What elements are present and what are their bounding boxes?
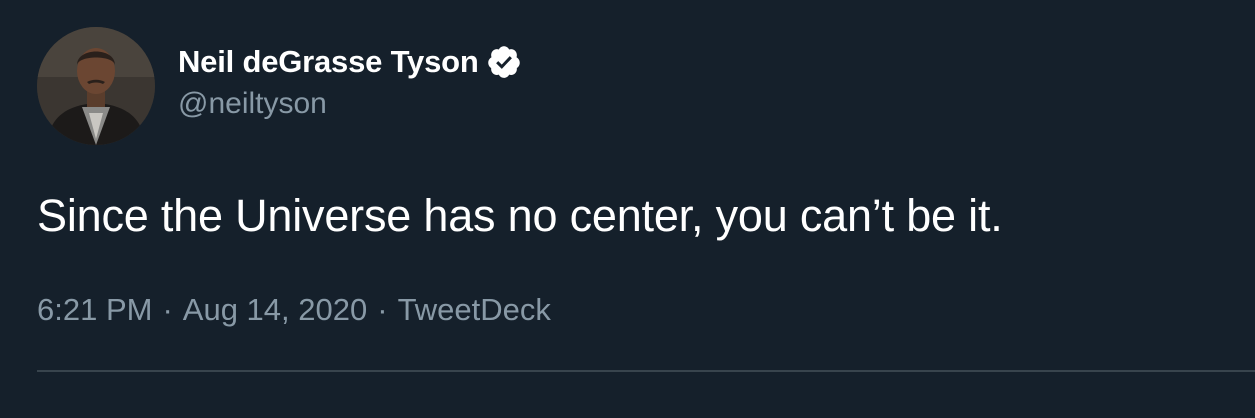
avatar-photo — [37, 27, 155, 145]
author-handle[interactable]: @neiltyson — [178, 87, 327, 121]
tweet-source-link[interactable]: TweetDeck — [398, 292, 551, 327]
meta-separator: · — [162, 292, 173, 327]
tweet-time-link[interactable]: 6:21 PM — [37, 292, 152, 327]
meta-separator: · — [377, 292, 388, 327]
verified-badge-icon — [486, 44, 522, 80]
tweet-text: Since the Universe has no center, you ca… — [37, 190, 1003, 241]
tweet-metadata: 6:21 PM · Aug 14, 2020 · TweetDeck — [37, 292, 551, 328]
author-display-name[interactable]: Neil deGrasse Tyson — [178, 44, 479, 80]
author-avatar[interactable] — [37, 27, 155, 145]
tweet-date-link[interactable]: Aug 14, 2020 — [183, 292, 367, 327]
divider — [37, 370, 1255, 372]
author-name-row: Neil deGrasse Tyson — [178, 40, 522, 84]
tweet-card: Neil deGrasse Tyson @neiltyson Since the… — [0, 0, 1255, 418]
